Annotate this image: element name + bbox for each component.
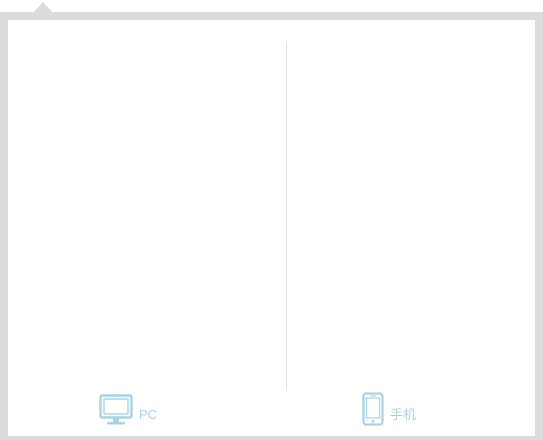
device-qr-popover: PC 手机 [0,12,543,440]
pc-device-option[interactable]: PC [99,394,157,426]
pc-label: PC [139,407,158,422]
phone-icon [362,392,384,426]
qr-code-popover-stage: PC 手机 [0,0,543,440]
mobile-device-option[interactable]: 手机 [362,392,416,426]
monitor-icon [99,394,133,425]
mobile-label: 手机 [390,407,417,422]
column-divider [286,42,287,390]
